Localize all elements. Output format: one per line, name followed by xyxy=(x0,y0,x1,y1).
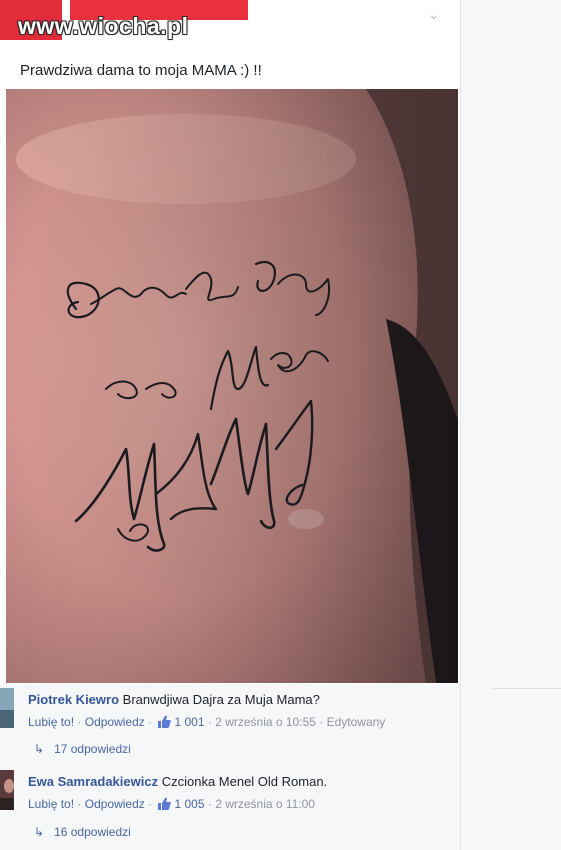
replies-count[interactable]: 17 odpowiedzi xyxy=(54,742,131,756)
edited-label: Edytowany xyxy=(326,715,386,729)
comment-date[interactable]: 2 września o 11:00 xyxy=(215,797,315,811)
comment-date[interactable]: 2 września o 10:55 xyxy=(215,715,316,729)
watermark: www.wiocha.pl xyxy=(18,13,189,39)
thumbs-up-icon[interactable] xyxy=(157,797,172,810)
like-count[interactable]: 1 001 xyxy=(174,715,204,729)
comment-1: Piotrek Kiewro Branwdjiwa Dajra za Muja … xyxy=(28,692,320,707)
reply-arrow-icon: ↳ xyxy=(34,825,45,839)
avatar[interactable] xyxy=(0,688,14,728)
comment-text: Czcionka Menel Old Roman. xyxy=(161,774,328,789)
reply-link[interactable]: Odpowiedz xyxy=(85,797,145,811)
view-replies-link[interactable]: ↳ 17 odpowiedzi xyxy=(34,742,131,756)
sidebar-divider xyxy=(493,688,561,689)
replies-count[interactable]: 16 odpowiedzi xyxy=(54,825,131,839)
avatar[interactable] xyxy=(0,770,14,810)
comment-2: Ewa Samradakiewicz Czcionka Menel Old Ro… xyxy=(28,774,327,789)
like-count[interactable]: 1 005 xyxy=(174,797,204,811)
like-link[interactable]: Lubię to! xyxy=(28,715,74,729)
reply-link[interactable]: Odpowiedz xyxy=(85,715,145,729)
facebook-post: · • · ⌄ www.wiocha.pl Prawdziwa dama to … xyxy=(0,0,460,684)
comment-author[interactable]: Ewa Samradakiewicz xyxy=(28,774,158,789)
reply-arrow-icon: ↳ xyxy=(34,742,45,756)
chevron-down-icon[interactable]: ⌄ xyxy=(428,6,440,23)
comment-actions: Lubię to! · Odpowiedz · 1 001 · 2 wrześn… xyxy=(28,715,386,729)
comment-author[interactable]: Piotrek Kiewro xyxy=(28,692,119,707)
right-sidebar xyxy=(460,0,561,850)
like-link[interactable]: Lubię to! xyxy=(28,797,74,811)
post-caption: Prawdziwa dama to moja MAMA :) !! xyxy=(20,62,262,79)
comments-section: Piotrek Kiewro Branwdjiwa Dajra za Muja … xyxy=(0,684,460,850)
view-replies-link[interactable]: ↳ 16 odpowiedzi xyxy=(34,825,131,839)
comment-actions: Lubię to! · Odpowiedz · 1 005 · 2 wrześn… xyxy=(28,797,316,811)
thumbs-up-icon[interactable] xyxy=(157,715,172,728)
tattoo-photo[interactable] xyxy=(6,89,458,683)
comment-text: Branwdjiwa Dajra za Muja Mama? xyxy=(122,692,320,707)
